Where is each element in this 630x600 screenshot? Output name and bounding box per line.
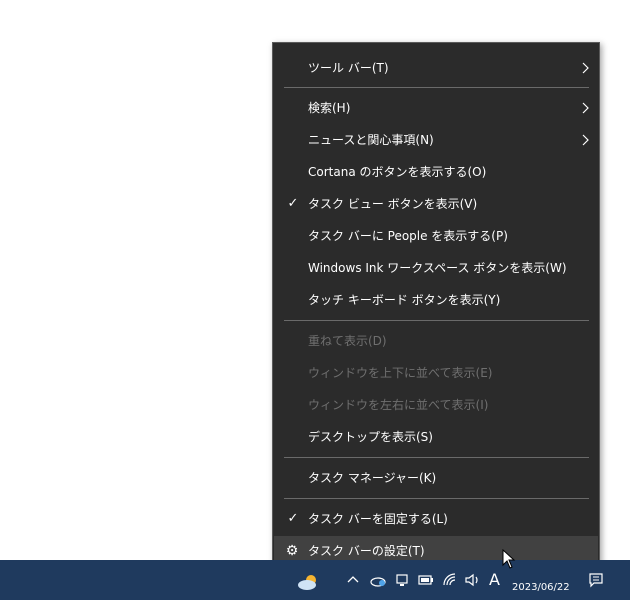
menu-separator xyxy=(284,457,589,458)
menu-item-news-interests[interactable]: ニュースと関心事項(N) xyxy=(274,125,598,155)
menu-item-label: タッチ キーボード ボタンを表示(Y) xyxy=(308,293,501,307)
menu-item-windows-ink[interactable]: Windows Ink ワークスペース ボタンを表示(W) xyxy=(274,253,598,283)
menu-item-label: 検索(H) xyxy=(308,101,351,115)
menu-separator xyxy=(284,320,589,321)
menu-item-cascade: 重ねて表示(D) xyxy=(274,326,598,356)
menu-item-label: ニュースと関心事項(N) xyxy=(308,133,434,147)
taskbar-context-menu: ツール バー(T) 検索(H) ニュースと関心事項(N) Cortana のボタ… xyxy=(272,42,600,568)
menu-item-show-desktop[interactable]: デスクトップを表示(S) xyxy=(274,422,598,452)
menu-item-people[interactable]: タスク バーに People を表示する(P) xyxy=(274,221,598,251)
menu-item-label: タスク バーに People を表示する(P) xyxy=(308,229,508,243)
cloud-sync-icon[interactable] xyxy=(369,573,387,587)
menu-item-label: Cortana のボタンを表示する(O) xyxy=(308,165,487,179)
menu-separator xyxy=(284,87,589,88)
menu-item-toolbars[interactable]: ツール バー(T) xyxy=(274,53,598,83)
menu-item-label: ウィンドウを左右に並べて表示(I) xyxy=(308,398,489,412)
network-icon[interactable] xyxy=(442,572,458,588)
mouse-cursor-icon xyxy=(502,549,516,569)
menu-item-task-manager[interactable]: タスク マネージャー(K) xyxy=(274,463,598,493)
menu-item-stack-windows: ウィンドウを上下に並べて表示(E) xyxy=(274,358,598,388)
menu-item-label: 重ねて表示(D) xyxy=(308,334,387,348)
chevron-right-icon xyxy=(582,102,589,114)
menu-item-search[interactable]: 検索(H) xyxy=(274,93,598,123)
notification-icon[interactable] xyxy=(588,572,604,588)
battery-icon[interactable] xyxy=(417,573,435,587)
weather-icon[interactable] xyxy=(296,572,322,592)
volume-icon[interactable] xyxy=(464,572,482,588)
menu-item-label: ツール バー(T) xyxy=(308,61,389,75)
menu-item-label: Windows Ink ワークスペース ボタンを表示(W) xyxy=(308,261,567,275)
menu-item-task-view-button[interactable]: ✓ タスク ビュー ボタンを表示(V) xyxy=(274,189,598,219)
taskbar: A 2023/06/22 xyxy=(0,560,630,600)
chevron-up-icon[interactable] xyxy=(347,574,359,584)
chevron-right-icon xyxy=(582,134,589,146)
device-icon[interactable] xyxy=(395,573,409,587)
menu-item-side-by-side: ウィンドウを左右に並べて表示(I) xyxy=(274,390,598,420)
menu-item-label: タスク バーを固定する(L) xyxy=(308,512,448,526)
menu-item-label: タスク ビュー ボタンを表示(V) xyxy=(308,197,478,211)
menu-item-lock-taskbar[interactable]: ✓ タスク バーを固定する(L) xyxy=(274,504,598,534)
menu-item-cortana-button[interactable]: Cortana のボタンを表示する(O) xyxy=(274,157,598,187)
taskbar-date[interactable]: 2023/06/22 xyxy=(512,582,570,593)
checkmark-icon: ✓ xyxy=(287,196,299,211)
checkmark-icon: ✓ xyxy=(287,511,299,526)
menu-item-label: ウィンドウを上下に並べて表示(E) xyxy=(308,366,493,380)
chevron-right-icon xyxy=(582,62,589,74)
ime-indicator[interactable]: A xyxy=(489,560,500,600)
menu-item-label: タスク バーの設定(T) xyxy=(308,544,425,558)
menu-item-label: タスク マネージャー(K) xyxy=(308,471,437,485)
menu-separator xyxy=(284,498,589,499)
menu-item-label: デスクトップを表示(S) xyxy=(308,430,433,444)
menu-item-touch-keyboard[interactable]: タッチ キーボード ボタンを表示(Y) xyxy=(274,285,598,315)
